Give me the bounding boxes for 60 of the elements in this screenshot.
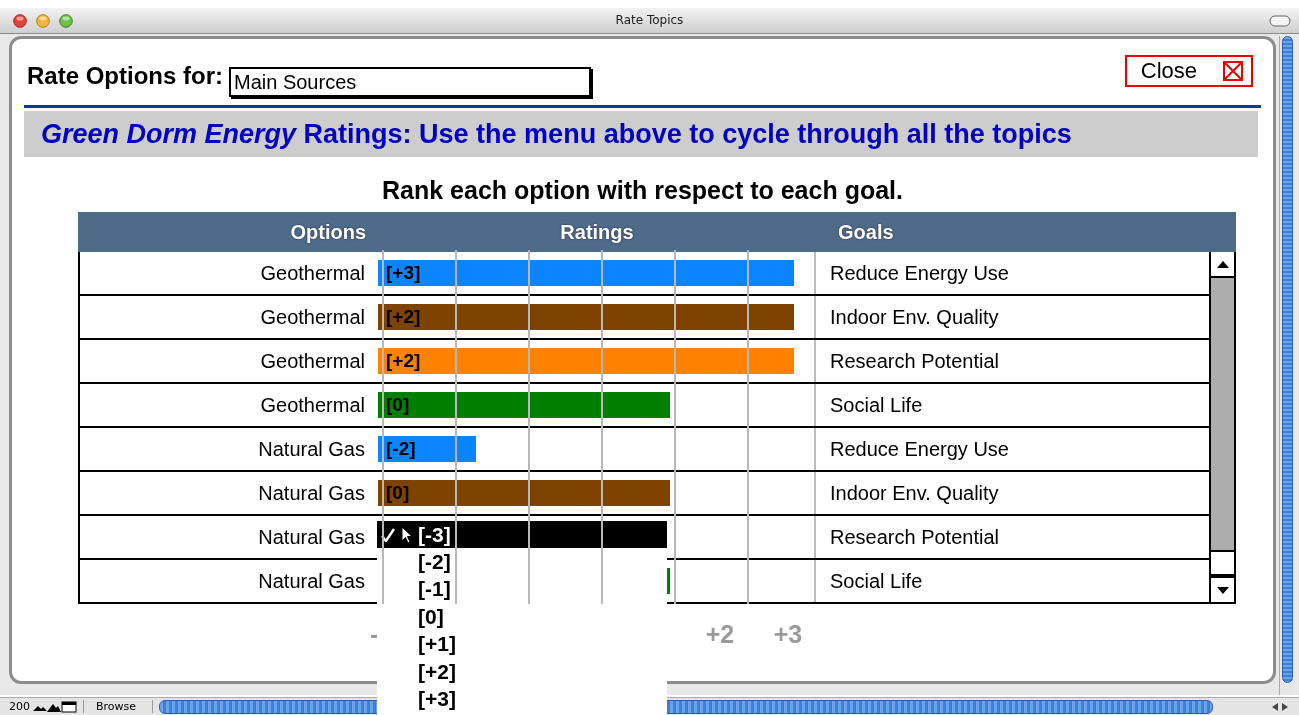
- scroll-left-icon[interactable]: [1271, 701, 1279, 712]
- scale-label: -: [370, 620, 379, 648]
- column-header: Ratings: [560, 220, 634, 243]
- toolbar-toggle-button[interactable]: [1269, 14, 1291, 27]
- goal-cell: Research Potential: [830, 349, 999, 373]
- menu-item[interactable]: [-1]: [377, 575, 667, 604]
- column-header: Goals: [838, 220, 894, 243]
- scroll-up-icon[interactable]: [1215, 259, 1230, 269]
- menu-item[interactable]: [+1]: [377, 630, 667, 658]
- goal-cell: Indoor Env. Quality: [830, 481, 999, 505]
- cursor-icon: [401, 525, 413, 544]
- scroll-right-icon[interactable]: [1281, 701, 1289, 712]
- rating-bar[interactable]: [-2]: [378, 436, 477, 462]
- window-title: Rate Topics: [615, 13, 684, 27]
- instruction-text: Rank each option with respect to each goal.: [382, 176, 903, 204]
- close-button[interactable]: Close: [1124, 55, 1253, 87]
- check-icon: [381, 527, 395, 542]
- option-cell: Natural Gas: [258, 481, 365, 505]
- option-cell: Natural Gas: [258, 437, 365, 461]
- menu-item[interactable]: [-2]: [377, 548, 667, 576]
- goal-cell: Social Life: [830, 393, 923, 417]
- field-label: Rate Options for:: [26, 62, 223, 90]
- menu-item[interactable]: [0]: [377, 603, 667, 631]
- option-cell: Geothermal: [260, 349, 365, 373]
- rating-value: [0]: [385, 394, 410, 416]
- goal-cell: Reduce Energy Use: [830, 437, 1009, 461]
- rating-bar[interactable]: [+2]: [378, 348, 795, 374]
- menu-item[interactable]: [-3]: [377, 521, 667, 549]
- banner-title: Green Dorm Energy Ratings: Use the menu above to cycle through all the topics: [41, 118, 1072, 150]
- rating-bar[interactable]: [0]: [378, 392, 671, 418]
- column-header: Options: [290, 220, 366, 243]
- vertical-scrollbar[interactable]: [1279, 36, 1294, 695]
- rating-value: [+3]: [385, 262, 421, 284]
- rating-value: [+2]: [385, 350, 421, 372]
- option-cell: Natural Gas: [258, 525, 365, 549]
- scroll-thumb[interactable]: [1211, 550, 1234, 576]
- goal-cell: Reduce Energy Use: [830, 261, 1009, 285]
- close-window-button[interactable]: [13, 13, 27, 28]
- option-cell: Geothermal: [260, 261, 365, 285]
- scale-label: +3: [773, 620, 803, 648]
- status-toggle-icon[interactable]: [61, 700, 77, 713]
- rating-value: [0]: [385, 482, 410, 504]
- option-cell: Geothermal: [260, 393, 365, 417]
- scale-label: +2: [705, 620, 735, 648]
- rating-bar[interactable]: [+3]: [378, 260, 795, 286]
- goal-cell: Social Life: [830, 569, 923, 593]
- option-cell: Geothermal: [260, 305, 365, 329]
- option-cell: Natural Gas: [258, 569, 365, 593]
- mode-label[interactable]: Browse: [83, 700, 154, 713]
- rating-value: [+2]: [385, 306, 421, 328]
- goal-cell: Research Potential: [830, 525, 999, 549]
- scroll-down-icon[interactable]: [1215, 585, 1230, 595]
- zoom-level[interactable]: 200: [0, 700, 30, 713]
- goal-cell: Indoor Env. Quality: [830, 305, 999, 329]
- zoom-window-button[interactable]: [59, 13, 73, 28]
- topic-field[interactable]: Main Sources: [229, 67, 591, 97]
- close-icon: [1223, 61, 1243, 81]
- rating-value: [-2]: [385, 438, 416, 460]
- menu-item[interactable]: [+3]: [377, 685, 667, 713]
- menu-item[interactable]: [+2]: [377, 657, 667, 686]
